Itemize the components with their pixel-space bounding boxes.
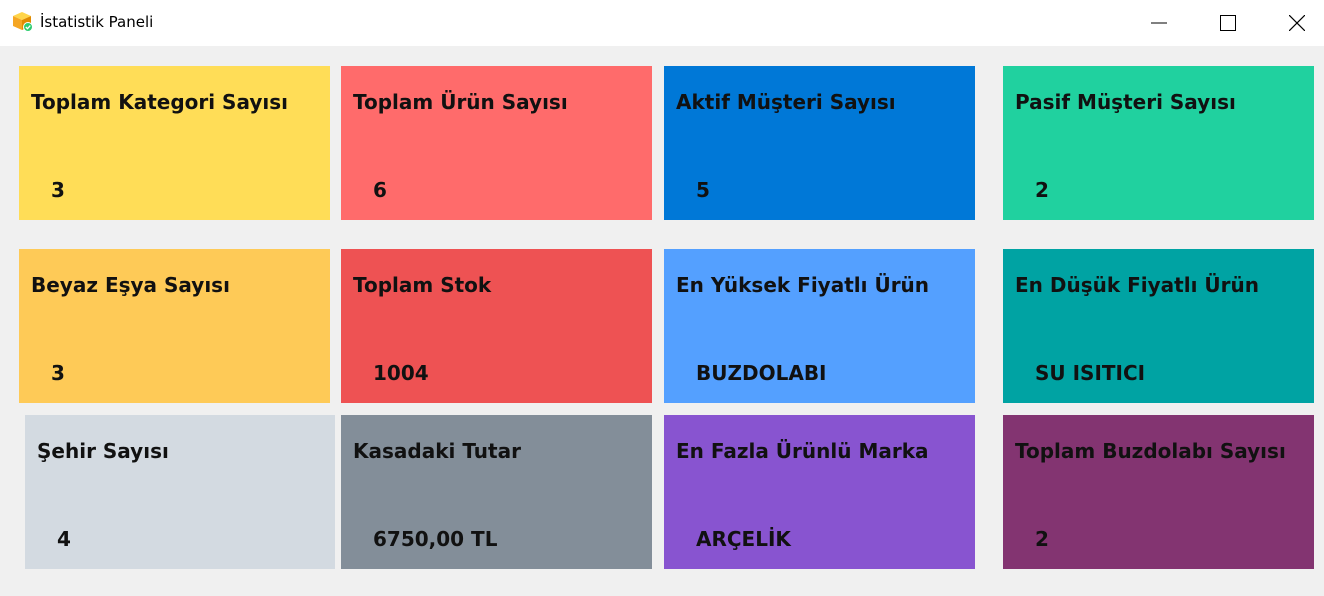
card-product-count: Toplam Ürün Sayısı 6 <box>341 66 652 220</box>
card-label: Toplam Kategori Sayısı <box>31 90 288 114</box>
card-value: BUZDOLABI <box>696 361 827 385</box>
card-label: Toplam Stok <box>353 273 492 297</box>
card-label: Aktif Müşteri Sayısı <box>676 90 896 114</box>
card-value: 1004 <box>373 361 429 385</box>
card-fridge-count: Toplam Buzdolabı Sayısı 2 <box>1003 415 1314 569</box>
card-white-goods-count: Beyaz Eşya Sayısı 3 <box>19 249 330 403</box>
card-top-brand: En Fazla Ürünlü Marka ARÇELİK <box>664 415 975 569</box>
minimize-button[interactable] <box>1136 0 1182 46</box>
card-cash-amount: Kasadaki Tutar 6750,00 TL <box>341 415 652 569</box>
card-label: Pasif Müşteri Sayısı <box>1015 90 1236 114</box>
card-total-stock: Toplam Stok 1004 <box>341 249 652 403</box>
card-label: En Yüksek Fiyatlı Ürün <box>676 273 930 297</box>
card-value: 3 <box>51 361 65 385</box>
card-label: Şehir Sayısı <box>37 439 169 463</box>
app-window: İstatistik Paneli Toplam Kategori Sayısı… <box>0 0 1324 596</box>
card-label: Kasadaki Tutar <box>353 439 521 463</box>
card-label: Toplam Ürün Sayısı <box>353 90 568 114</box>
card-value: 2 <box>1035 527 1049 551</box>
card-label: Beyaz Eşya Sayısı <box>31 273 230 297</box>
card-value: SU ISITICI <box>1035 361 1146 385</box>
card-category-count: Toplam Kategori Sayısı 3 <box>19 66 330 220</box>
card-passive-customers: Pasif Müşteri Sayısı 2 <box>1003 66 1314 220</box>
card-value: 6 <box>373 178 387 202</box>
maximize-button[interactable] <box>1205 0 1251 46</box>
close-icon <box>1289 15 1305 31</box>
card-label: En Düşük Fiyatlı Ürün <box>1015 273 1259 297</box>
card-lowest-price-product: En Düşük Fiyatlı Ürün SU ISITICI <box>1003 249 1314 403</box>
card-value: ARÇELİK <box>696 527 791 551</box>
card-city-count: Şehir Sayısı 4 <box>25 415 335 569</box>
card-highest-price-product: En Yüksek Fiyatlı Ürün BUZDOLABI <box>664 249 975 403</box>
card-label: En Fazla Ürünlü Marka <box>676 439 929 463</box>
maximize-icon <box>1220 15 1236 31</box>
card-value: 5 <box>696 178 710 202</box>
window-title: İstatistik Paneli <box>40 13 154 31</box>
card-value: 2 <box>1035 178 1049 202</box>
card-value: 4 <box>57 527 71 551</box>
cube-icon <box>12 11 34 33</box>
card-active-customers: Aktif Müşteri Sayısı 5 <box>664 66 975 220</box>
card-value: 6750,00 TL <box>373 527 498 551</box>
close-button[interactable] <box>1274 0 1320 46</box>
card-value: 3 <box>51 178 65 202</box>
card-label: Toplam Buzdolabı Sayısı <box>1015 439 1286 463</box>
minimize-icon <box>1151 15 1167 31</box>
title-bar[interactable]: İstatistik Paneli <box>0 0 1324 46</box>
